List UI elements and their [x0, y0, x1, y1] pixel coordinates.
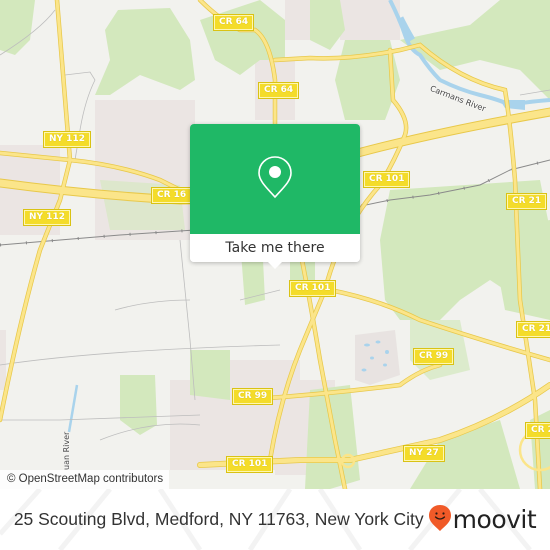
road-label-cr101: CR 101: [288, 280, 337, 297]
map-pin-icon: [255, 155, 295, 203]
road-label-cr101: CR 101: [362, 171, 411, 188]
road-label-cr101: CR 101: [225, 456, 274, 473]
park-with-ponds: [355, 330, 400, 385]
road-label-cr64: CR 64: [212, 14, 255, 31]
address-text: 25 Scouting Blvd, Medford, NY 11763, New…: [13, 509, 424, 529]
river-label-west: uan River: [62, 431, 71, 470]
moovit-pin-smile-icon: [428, 504, 452, 536]
popup-pointer: [268, 262, 282, 269]
location-popup: Take me there: [190, 124, 360, 269]
popup-header: [190, 124, 360, 234]
moovit-wordmark: moovit: [452, 505, 537, 534]
road-label-ny27: NY 27: [403, 445, 445, 462]
footer-bar: 25 Scouting Blvd, Medford, NY 11763, New…: [0, 489, 550, 550]
road-label-ny112: NY 112: [23, 209, 71, 226]
road-label-cr99: CR 99: [231, 388, 274, 405]
road-label-cr21: CR 21: [505, 193, 548, 210]
road-label-cr16: CR 16: [150, 187, 193, 204]
road-label-cr64: CR 64: [257, 82, 300, 99]
take-me-there-button[interactable]: Take me there: [190, 234, 360, 262]
map-attribution[interactable]: © OpenStreetMap contributors: [0, 470, 170, 489]
moovit-logo[interactable]: moovit: [428, 504, 537, 536]
road-label-cr99: CR 99: [412, 348, 455, 365]
map-view[interactable]: CR 64 CR 64 NY 112 NY 112 CR 16 CR 101 C…: [0, 0, 550, 489]
road-label-cr21: CR 2: [525, 422, 550, 439]
road-label-cr21: CR 21: [515, 321, 550, 338]
road-label-ny112: NY 112: [43, 131, 91, 148]
